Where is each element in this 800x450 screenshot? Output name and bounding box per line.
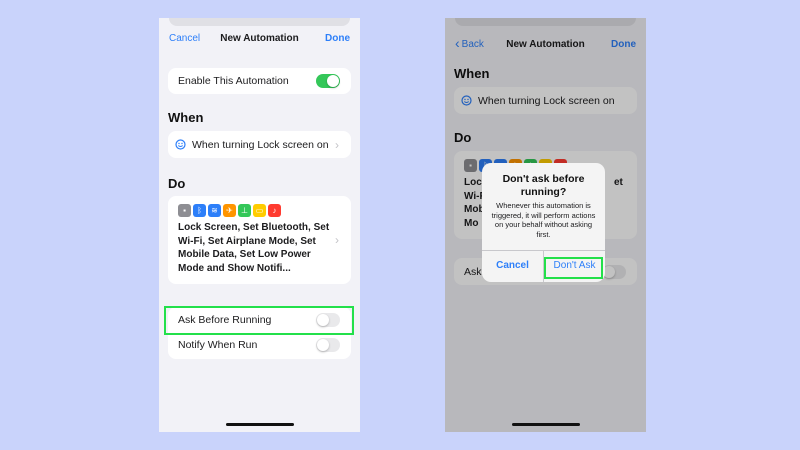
sheet-backdrop	[169, 18, 350, 26]
nav-bar: Cancel New Automation Done	[159, 30, 360, 46]
trigger-row[interactable]: When turning Lock screen on ›	[168, 131, 351, 158]
highlight-box	[544, 257, 603, 279]
alert-title: Don't ask before running?	[502, 173, 585, 198]
alert-message: Whenever this automation is triggered, i…	[491, 201, 596, 239]
do-header: Do	[168, 176, 186, 191]
enable-automation-row: Enable This Automation	[168, 68, 351, 94]
chevron-right-icon: ›	[335, 138, 339, 152]
action-icons: ▪ ᛒ ≋ ✈ ⊥ ▭ ♪	[178, 204, 281, 217]
low-power-icon: ▭	[253, 204, 266, 217]
enable-automation-label: Enable This Automation	[178, 75, 289, 87]
notification-icon: ♪	[268, 204, 281, 217]
done-button[interactable]: Done	[325, 33, 350, 44]
home-indicator	[511, 423, 580, 426]
notify-when-run-toggle[interactable]	[316, 338, 340, 352]
phone-screen-right: ‹ Back New Automation Done When When turn…	[445, 18, 646, 432]
actions-card[interactable]: ▪ ᛒ ≋ ✈ ⊥ ▭ ♪ Lock Screen, Set Bluetooth…	[168, 196, 351, 284]
airplane-icon: ✈	[223, 204, 236, 217]
phone-screen-left: Cancel New Automation Done Enable This A…	[159, 18, 360, 432]
wifi-icon: ≋	[208, 204, 221, 217]
alert-cancel-button[interactable]: Cancel	[482, 250, 543, 282]
bluetooth-icon: ᛒ	[193, 204, 206, 217]
when-header: When	[168, 110, 204, 125]
highlight-box	[164, 306, 354, 335]
mobile-data-icon: ⊥	[238, 204, 251, 217]
chevron-right-icon: ›	[335, 233, 339, 247]
home-indicator	[225, 423, 294, 426]
trigger-label: When turning Lock screen on	[192, 139, 329, 151]
notify-when-run-label: Notify When Run	[178, 339, 258, 351]
actions-summary: Lock Screen, Set Bluetooth, Set Wi-Fi, S…	[178, 222, 330, 274]
lock-screen-icon	[175, 139, 186, 150]
enable-automation-toggle[interactable]	[316, 74, 340, 88]
lock-icon: ▪	[178, 204, 191, 217]
